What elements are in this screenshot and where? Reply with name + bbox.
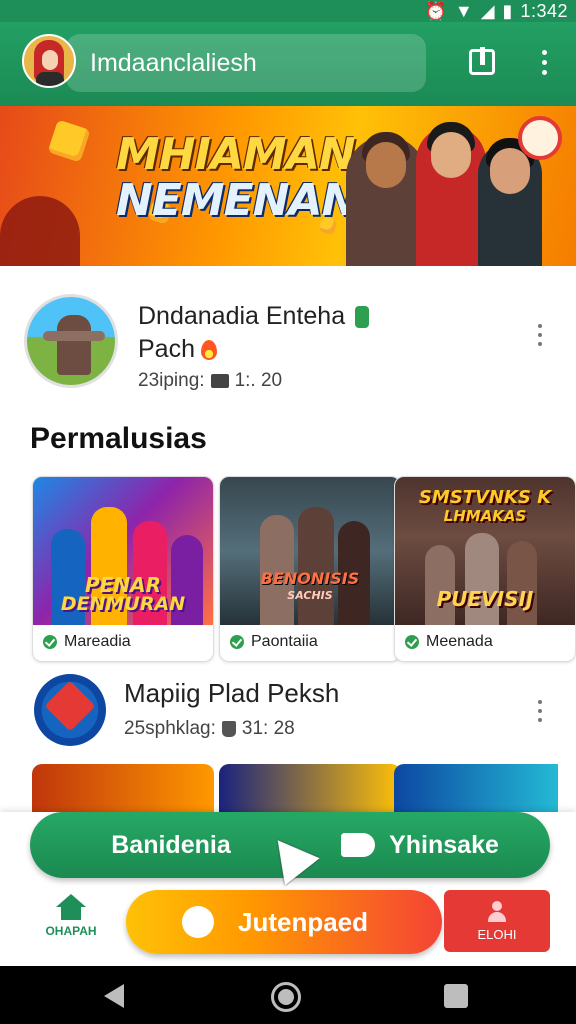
game-cards-row: PENAR DENMURAN Mareadia BENONISIS SACHIS… xyxy=(32,476,576,662)
promo-banner[interactable]: MHIAMAN NEMENAN xyxy=(0,106,576,266)
game-card-label: Paontaiia xyxy=(230,633,318,651)
circle-icon xyxy=(182,906,214,938)
featured-item[interactable]: Dndanadia Enteha Pach 23iping: 1:. 20 xyxy=(0,266,576,416)
game-card-label: Meenada xyxy=(405,633,493,651)
nav-home[interactable]: OHAPAH xyxy=(36,894,106,950)
alarm-icon: ⏰ xyxy=(424,0,447,21)
check-icon xyxy=(230,635,244,649)
wifi-icon: ▼ xyxy=(454,0,473,21)
game-card[interactable]: PENAR DENMURAN Mareadia xyxy=(32,476,214,662)
item2-avatar[interactable] xyxy=(34,674,106,746)
ticket-icon xyxy=(210,374,229,388)
system-home-icon[interactable] xyxy=(271,982,301,1012)
game-card[interactable] xyxy=(32,764,214,816)
banner-title: MHIAMAN NEMENAN xyxy=(116,129,358,227)
app-title-pill[interactable]: Imdaanclaliesh xyxy=(66,34,426,92)
more-vert-icon[interactable] xyxy=(538,700,542,722)
cup-icon xyxy=(221,721,236,737)
battery-icon: ▮ xyxy=(502,0,513,21)
dice-decoration xyxy=(47,119,91,163)
featured-title: Dndanadia Enteha Pach xyxy=(138,300,478,366)
more-vert-icon[interactable] xyxy=(538,324,542,346)
status-time: 1:342 xyxy=(520,0,568,21)
banner-hero-1 xyxy=(346,132,426,266)
game-card-image: BENONISIS SACHIS xyxy=(220,477,400,625)
game-card[interactable]: SMSTVNKS K LHMAKAS PUEVISIJ Meenada xyxy=(394,476,576,662)
split-left-button[interactable]: Banidenia xyxy=(30,812,290,878)
featured-meta: 23iping: 1:. 20 xyxy=(138,370,283,391)
game-card[interactable] xyxy=(394,764,558,816)
featured-avatar xyxy=(24,294,118,388)
item2-title[interactable]: Mapiig Plad Peksh xyxy=(124,678,339,709)
person-icon xyxy=(486,900,508,923)
status-icons: ⏰ ▼ ◢ ▮ 1:342 xyxy=(424,0,568,22)
fire-icon xyxy=(200,340,217,361)
item2-meta: 25sphklag: 31: 28 xyxy=(124,718,295,739)
banner-hero-3 xyxy=(478,138,542,266)
primary-cta-button[interactable]: Jutenpaed xyxy=(126,890,442,954)
book-icon[interactable] xyxy=(464,44,500,80)
more-vert-icon[interactable] xyxy=(526,44,562,80)
system-nav-bar xyxy=(0,966,576,1024)
banner-silhouette xyxy=(0,196,80,266)
game-card[interactable] xyxy=(219,764,401,816)
banner-hero-2 xyxy=(416,122,486,266)
status-bar: ⏰ ▼ ◢ ▮ 1:342 xyxy=(0,0,576,22)
game-card-image: PENAR DENMURAN xyxy=(33,477,213,625)
banner-emblem-icon xyxy=(518,116,562,160)
check-icon xyxy=(405,635,419,649)
profile-button[interactable]: ELOHI xyxy=(444,890,550,952)
verified-tag-icon xyxy=(355,306,370,329)
back-icon[interactable] xyxy=(104,984,124,1008)
wave-icon xyxy=(341,833,376,857)
app-bar: Imdaanclaliesh xyxy=(0,22,576,106)
split-right-button[interactable]: Yhinsake xyxy=(290,812,550,878)
game-card-image: SMSTVNKS K LHMAKAS PUEVISIJ xyxy=(395,477,575,625)
home-icon xyxy=(56,894,86,920)
recents-icon[interactable] xyxy=(444,984,468,1008)
game-cards-row-2 xyxy=(32,764,558,816)
user-avatar[interactable] xyxy=(22,34,76,88)
app-title: Imdaanclaliesh xyxy=(90,48,257,77)
signal-icon: ◢ xyxy=(480,0,495,21)
game-card-label: Mareadia xyxy=(43,633,131,651)
game-card[interactable]: BENONISIS SACHIS Paontaiia xyxy=(219,476,401,662)
check-icon xyxy=(43,635,57,649)
section-title: Permalusias xyxy=(30,422,207,455)
